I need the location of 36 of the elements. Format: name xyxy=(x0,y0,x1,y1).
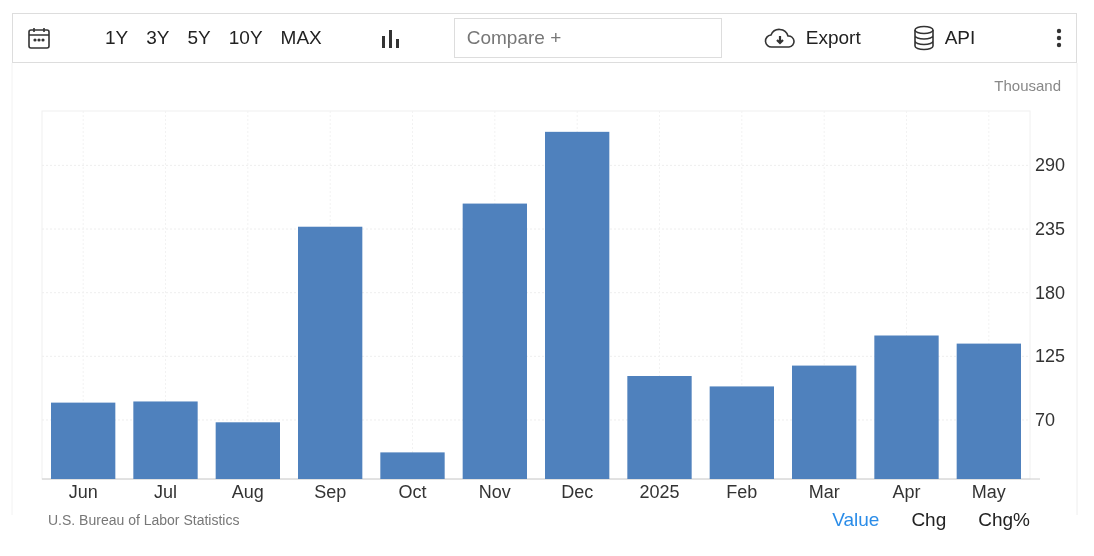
y-axis-label: 235 xyxy=(1035,219,1066,240)
x-axis-label: Jun xyxy=(68,482,98,502)
bar xyxy=(215,422,280,479)
source-text: U.S. Bureau of Labor Statistics xyxy=(48,512,240,528)
range-button[interactable]: 1Y xyxy=(105,27,129,49)
view-tab[interactable]: Chg% xyxy=(978,509,1030,531)
y-axis-label: 70 xyxy=(1035,410,1056,430)
unit-label: Thousand xyxy=(994,77,1061,94)
range-button[interactable]: MAX xyxy=(280,27,322,49)
cloud-download-icon[interactable] xyxy=(763,27,796,49)
api-button[interactable]: API xyxy=(944,27,976,49)
x-axis-label: Mar xyxy=(808,482,840,502)
view-tab[interactable]: Chg xyxy=(911,509,947,531)
export-button[interactable]: Export xyxy=(805,27,861,49)
database-icon[interactable] xyxy=(912,25,935,51)
y-axis-label: 180 xyxy=(1035,282,1066,303)
range-button[interactable]: 3Y xyxy=(146,27,170,49)
y-axis-label: 125 xyxy=(1035,346,1066,367)
bar-chart-icon[interactable] xyxy=(379,28,400,48)
compare-field[interactable]: Compare + xyxy=(453,18,722,58)
x-axis-label: Oct xyxy=(398,482,427,502)
y-axis-label: 290 xyxy=(1035,155,1066,176)
x-axis-label: Nov xyxy=(478,482,511,502)
x-axis-label: Feb xyxy=(726,482,758,502)
more-options-icon[interactable] xyxy=(1056,28,1062,48)
range-button[interactable]: 10Y xyxy=(228,27,263,49)
x-axis-label: May xyxy=(971,482,1006,502)
x-axis-label: Dec xyxy=(561,482,594,502)
x-axis-label: Aug xyxy=(231,482,264,502)
x-axis-label: Sep xyxy=(314,482,347,502)
x-axis-label: Apr xyxy=(892,482,921,502)
calendar-icon[interactable] xyxy=(27,26,51,50)
range-button[interactable]: 5Y xyxy=(187,27,211,49)
bar xyxy=(380,452,445,479)
x-axis-label: 2025 xyxy=(639,482,680,502)
x-axis-label: Jul xyxy=(154,482,177,502)
